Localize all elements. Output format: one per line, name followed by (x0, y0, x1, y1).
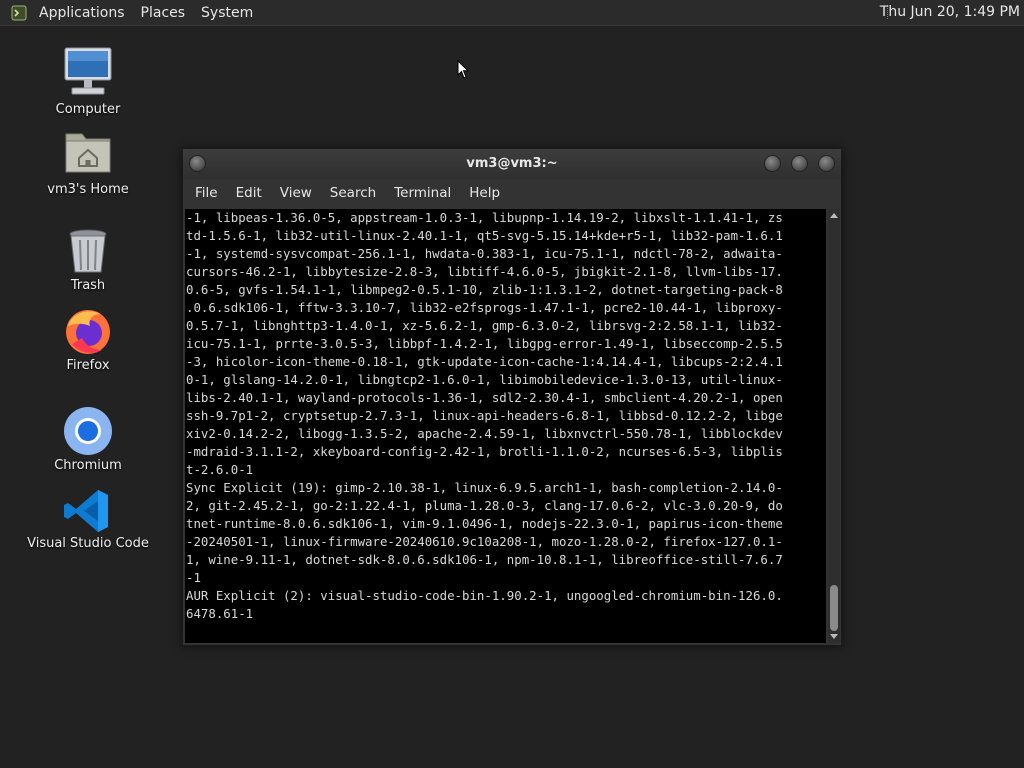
panel-menu-bar: Applications Places System (0, 5, 261, 21)
vscode-icon (60, 488, 116, 534)
desktop-icon-home[interactable]: vm3's Home (18, 124, 158, 197)
terminal-prompt-line[interactable] (186, 623, 783, 641)
terminal-line: cursors-46.2-1, libbytesize-2.8-3, libti… (186, 264, 783, 279)
menu-edit[interactable]: Edit (226, 185, 270, 201)
terminal-line: .0.6.sdk106-1, fftw-3.3.10-7, lib32-e2fs… (186, 300, 783, 315)
window-titlebar[interactable]: vm3@vm3:~ (183, 149, 841, 179)
terminal-line: tnet-runtime-8.0.6.sdk106-1, vim-9.1.049… (186, 516, 783, 531)
clock[interactable]: Thu Jun 20, 1:49 PM (880, 4, 1020, 20)
terminal-line: 0-1, glslang-14.2.0-1, libngtcp2-1.6.0-1… (186, 372, 783, 387)
terminal-line: 0.5.7-1, libnghttp3-1.4.0-1, xz-5.6.2-1,… (186, 318, 783, 333)
terminal-line: -1, systemd-sysvcompat-256.1-1, hwdata-0… (186, 246, 783, 261)
desktop-icon-chromium[interactable]: Chromium (18, 406, 158, 473)
mouse-pointer-icon (457, 60, 470, 79)
menu-search[interactable]: Search (320, 185, 384, 201)
top-panel: Applications Places System Thu Jun 20, 1… (0, 0, 1024, 26)
terminal-line: -1 (186, 570, 201, 585)
terminal-line: icu-75.1-1, prrte-3.0.5-3, libbpf-1.4.2-… (186, 336, 783, 351)
window-title: vm3@vm3:~ (466, 156, 558, 171)
scroll-up-icon[interactable] (830, 213, 838, 218)
applications-menu[interactable]: Applications (31, 5, 133, 21)
minimize-icon[interactable] (764, 155, 781, 172)
desktop-icon-label: Computer (55, 102, 121, 117)
desktop-icon-label: Chromium (54, 458, 122, 473)
system-menu[interactable]: System (193, 5, 261, 21)
scrollbar-thumb[interactable] (830, 585, 838, 631)
desktop-icon-trash[interactable]: Trash (18, 226, 158, 293)
menu-view[interactable]: View (270, 185, 320, 201)
terminal-line: AUR Explicit (2): visual-studio-code-bin… (186, 588, 783, 603)
terminal-line: libs-2.40.1-1, wayland-protocols-1.36-1,… (186, 390, 783, 405)
menu-help[interactable]: Help (459, 185, 508, 201)
terminal-line: 0.6-5, gvfs-1.54.1-1, libmpeg2-0.5.1-10,… (186, 282, 783, 297)
terminal-output[interactable]: -1, libpeas-1.36.0-5, appstream-1.0.3-1,… (185, 209, 826, 643)
terminal-line: -1, libpeas-1.36.0-5, appstream-1.0.3-1,… (186, 210, 783, 225)
window-menu-icon[interactable] (189, 155, 206, 172)
maximize-icon[interactable] (791, 155, 808, 172)
terminal-line: 6478.61-1 (186, 606, 254, 621)
desktop-icon-computer[interactable]: Computer (18, 44, 158, 117)
terminal-line: -mdraid-3.1.1-2, xkeyboard-config-2.42-1… (186, 444, 783, 459)
desktop-icon-label: vm3's Home (47, 182, 129, 197)
scroll-down-icon[interactable] (830, 634, 838, 639)
terminal-line: -20240501-1, linux-firmware-20240610.9c1… (186, 534, 783, 549)
menu-terminal[interactable]: Terminal (384, 185, 459, 201)
trash-icon (60, 226, 116, 276)
close-icon[interactable] (818, 155, 835, 172)
terminal-line: ssh-9.7p1-2, cryptsetup-2.7.3-1, linux-a… (186, 408, 783, 423)
terminal-line: t-2.6.0-1 (186, 462, 254, 477)
desktop-icon-vscode[interactable]: Visual Studio Code (18, 488, 158, 551)
terminal-menubar: File Edit View Search Terminal Help (183, 179, 841, 207)
terminal-logo-icon[interactable] (11, 5, 27, 21)
terminal-window[interactable]: vm3@vm3:~ File Edit View Search Terminal… (182, 148, 842, 646)
chromium-icon (60, 406, 116, 456)
terminal-lines: -1, libpeas-1.36.0-5, appstream-1.0.3-1,… (186, 209, 783, 641)
terminal-scrollbar[interactable] (828, 209, 840, 643)
places-menu[interactable]: Places (133, 5, 194, 21)
terminal-line: 1, wine-9.11-1, dotnet-sdk-8.0.6.sdk106-… (186, 552, 783, 567)
home-folder-icon (60, 124, 116, 180)
terminal-line: 2, git-2.45.2-1, go-2:1.22.4-1, pluma-1.… (186, 498, 783, 513)
terminal-line: Sync Explicit (19): gimp-2.10.38-1, linu… (186, 480, 783, 495)
computer-icon (60, 44, 116, 100)
terminal-line: xiv2-0.14.2-2, libogg-1.3.5-2, apache-2.… (186, 426, 783, 441)
menu-file[interactable]: File (185, 185, 226, 201)
desktop-icon-firefox[interactable]: Firefox (18, 306, 158, 373)
terminal-line: td-1.5.6-1, lib32-util-linux-2.40.1-1, q… (186, 228, 783, 243)
firefox-icon (60, 306, 116, 356)
desktop-icon-label: Visual Studio Code (27, 536, 149, 551)
desktop-icon-label: Firefox (66, 358, 110, 373)
terminal-line: -3, hicolor-icon-theme-0.18-1, gtk-updat… (186, 354, 783, 369)
desktop-icon-label: Trash (70, 278, 106, 293)
